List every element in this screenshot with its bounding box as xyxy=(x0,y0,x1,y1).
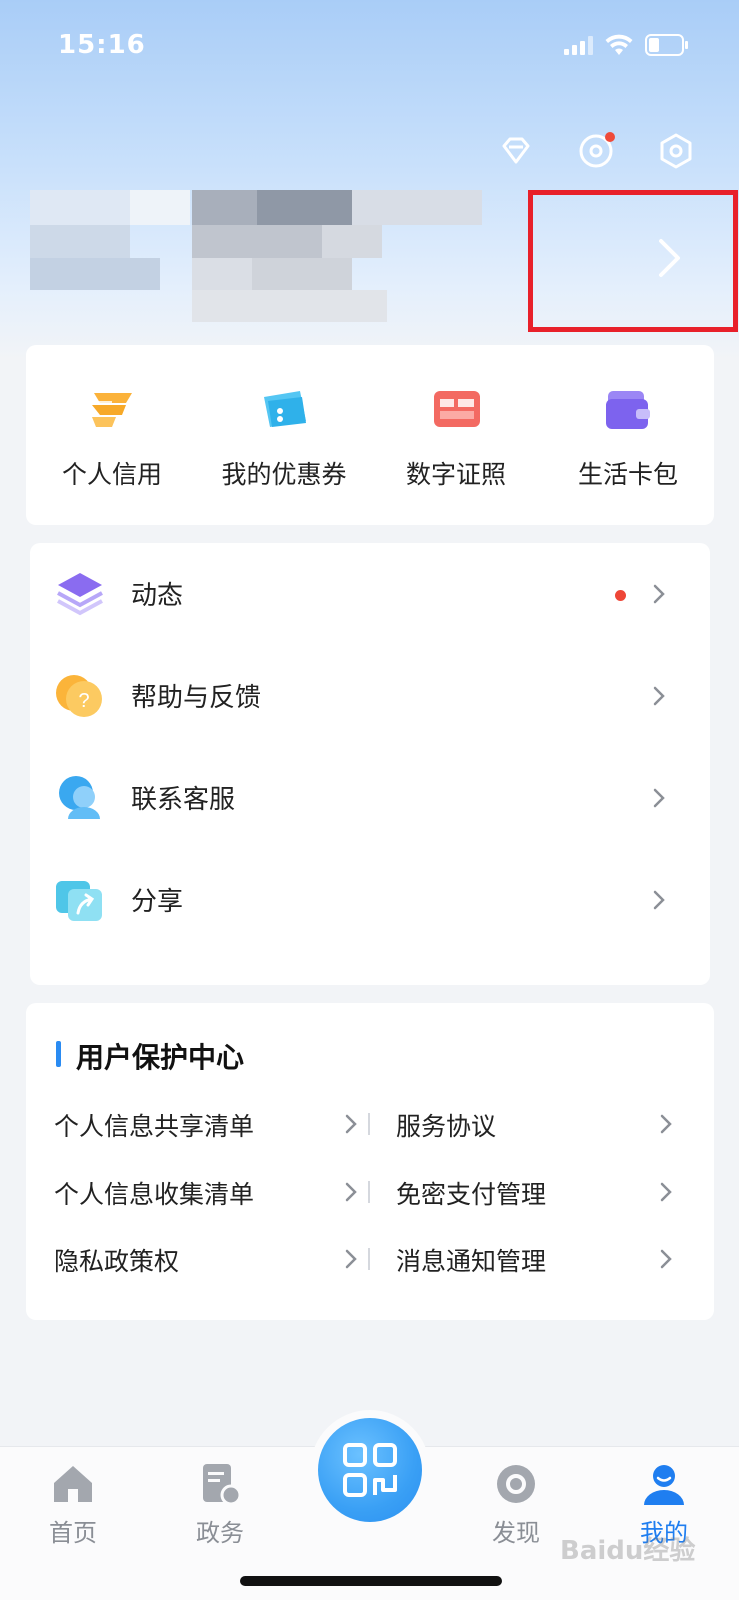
government-icon xyxy=(203,1464,242,1506)
quick-item-license[interactable]: 数字证照 xyxy=(370,345,542,525)
tab-discover[interactable]: 发现 xyxy=(466,1461,566,1548)
profile-detail-button[interactable] xyxy=(528,190,738,332)
menu-item-customer-service[interactable]: 联系客服 xyxy=(30,747,710,849)
help-icon: ? xyxy=(56,675,102,717)
wifi-icon xyxy=(605,34,633,56)
license-icon xyxy=(434,391,480,427)
chevron-right-icon xyxy=(660,1182,672,1202)
quick-item-wallet[interactable]: 生活卡包 xyxy=(542,345,714,525)
chevron-right-icon xyxy=(653,584,665,604)
credit-icon xyxy=(92,393,132,427)
divider xyxy=(368,1113,370,1135)
scan-icon xyxy=(343,1443,397,1497)
discover-icon xyxy=(497,1465,535,1503)
chevron-right-icon xyxy=(653,788,665,808)
customer-service-icon xyxy=(59,776,100,819)
link-service-agreement[interactable]: 服务协议 xyxy=(396,1103,696,1143)
link-privacy-policy[interactable]: 隐私政策权 xyxy=(54,1238,360,1278)
menu-list-card: 动态 ? 帮助与反馈 联系客服 分享 xyxy=(30,543,710,985)
chevron-right-icon xyxy=(345,1114,357,1134)
divider xyxy=(368,1248,370,1270)
scan-button[interactable] xyxy=(318,1418,422,1522)
watermark: Baidu经验 xyxy=(560,1536,696,1566)
svg-text:?: ? xyxy=(78,690,89,712)
signal-icon xyxy=(564,35,593,55)
menu-item-share[interactable]: 分享 xyxy=(30,849,710,951)
quick-item-credit[interactable]: 个人信用 xyxy=(26,345,198,525)
chevron-right-icon xyxy=(659,239,680,277)
status-bar: 15:16 xyxy=(0,0,739,92)
chevron-right-icon xyxy=(660,1114,672,1134)
link-info-sharing-list[interactable]: 个人信息共享清单 xyxy=(54,1103,360,1143)
chevron-right-icon xyxy=(345,1182,357,1202)
quick-access-card: 个人信用 我的优惠券 数字证照 生活卡包 xyxy=(26,345,714,525)
profile-icon xyxy=(644,1465,684,1505)
coupon-icon xyxy=(264,391,306,427)
quick-item-coupon[interactable]: 我的优惠券 xyxy=(198,345,370,525)
wallet-icon xyxy=(606,391,650,429)
profile-info-blurred[interactable] xyxy=(30,190,510,325)
diamond-icon[interactable] xyxy=(495,130,537,172)
title-accent-bar xyxy=(56,1041,61,1067)
menu-item-updates[interactable]: 动态 xyxy=(30,543,710,645)
share-icon xyxy=(56,881,102,921)
chevron-right-icon xyxy=(653,686,665,706)
notification-dot xyxy=(615,590,626,601)
menu-item-help[interactable]: ? 帮助与反馈 xyxy=(30,645,710,747)
tab-government[interactable]: 政务 xyxy=(170,1461,270,1548)
battery-icon xyxy=(645,34,689,56)
chevron-right-icon xyxy=(653,890,665,910)
link-notification-management[interactable]: 消息通知管理 xyxy=(396,1238,696,1278)
user-protection-card: 用户保护中心 个人信息共享清单 服务协议 个人信息收集清单 免密支付管理 隐私政… xyxy=(26,1003,714,1320)
message-badge xyxy=(605,132,615,142)
chevron-right-icon xyxy=(345,1249,357,1269)
home-indicator xyxy=(240,1576,502,1586)
divider xyxy=(368,1181,370,1203)
message-icon[interactable] xyxy=(575,130,617,172)
home-icon xyxy=(54,1466,92,1502)
tab-home[interactable]: 首页 xyxy=(23,1461,123,1548)
layers-icon xyxy=(57,573,103,616)
status-time: 15:16 xyxy=(58,30,146,60)
chevron-right-icon xyxy=(660,1249,672,1269)
link-info-collection-list[interactable]: 个人信息收集清单 xyxy=(54,1171,360,1211)
link-password-free-payment[interactable]: 免密支付管理 xyxy=(396,1171,696,1211)
status-icons xyxy=(564,34,689,56)
settings-icon[interactable] xyxy=(655,130,697,172)
protection-title: 用户保护中心 xyxy=(76,1041,245,1074)
header-actions xyxy=(495,130,697,172)
